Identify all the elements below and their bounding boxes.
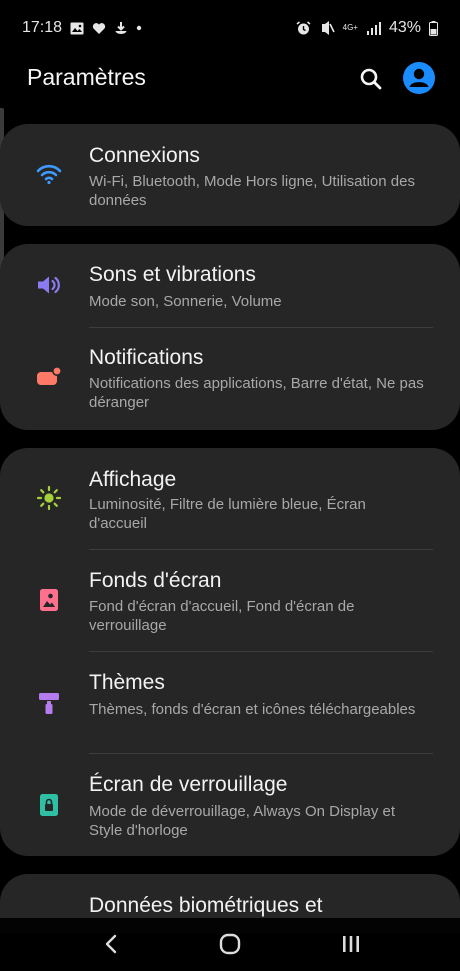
settings-item-subtitle: Mode de déverrouillage, Always On Displa… [89, 803, 395, 839]
notification-icon [36, 364, 62, 390]
status-left: 17:18 [22, 19, 142, 37]
paint-roller-icon [36, 690, 62, 716]
settings-item-sons-vibrations[interactable]: Sons et vibrations Mode son, Sonnerie, V… [0, 244, 460, 327]
settings-item-title: Sons et vibrations [89, 263, 256, 286]
recent-apps-icon[interactable] [331, 928, 371, 960]
back-icon[interactable] [91, 928, 131, 960]
header: Paramètres [0, 56, 460, 104]
settings-item-subtitle: Luminosité, Filtre de lumière bleue, Écr… [89, 496, 366, 532]
settings-item-affichage[interactable]: Affichage Luminosité, Filtre de lumière … [0, 448, 460, 549]
settings-item-subtitle: Wi-Fi, Bluetooth, Mode Hors ligne, Utili… [89, 173, 415, 209]
settings-item-title: Connexions [89, 144, 200, 167]
vibrate-icon [319, 21, 335, 35]
lock-icon [36, 792, 62, 818]
settings-item-title: Écran de verrouillage [89, 773, 288, 796]
settings-item-title: Données biométriques et [89, 894, 323, 917]
brightness-icon [36, 485, 62, 511]
settings-item-title: Fonds d'écran [89, 569, 222, 592]
account-avatar-icon[interactable] [403, 62, 435, 94]
settings-item-title: Thèmes [89, 671, 165, 694]
search-icon[interactable] [358, 66, 384, 92]
settings-item-themes[interactable]: Thèmes Thèmes, fonds d'écran et icônes t… [0, 652, 460, 753]
settings-item-fonds-ecran[interactable]: Fonds d'écran Fond d'écran d'accueil, Fo… [0, 550, 460, 651]
page-title: Paramètres [27, 64, 146, 90]
download-icon [114, 21, 128, 35]
wifi-icon [36, 161, 62, 187]
settings-item-notifications[interactable]: Notifications Notifications des applicat… [0, 328, 460, 430]
signal-icon [366, 21, 381, 35]
speaker-icon [36, 272, 62, 298]
dot-icon [136, 25, 142, 31]
network-label: 4G+ [342, 23, 358, 32]
settings-item-connexions[interactable]: Connexions Wi-Fi, Bluetooth, Mode Hors l… [0, 124, 460, 226]
settings-section-connections: Connexions Wi-Fi, Bluetooth, Mode Hors l… [0, 124, 460, 226]
settings-section-display: Affichage Luminosité, Filtre de lumière … [0, 448, 460, 856]
settings-item-subtitle: Notifications des applications, Barre d'… [89, 375, 424, 411]
navigation-bar [0, 918, 460, 971]
heart-icon [92, 22, 106, 35]
status-bar: 17:18 4G+ 43% [0, 0, 460, 56]
alarm-icon [296, 20, 311, 36]
battery-percent: 43% [388, 19, 421, 36]
settings-item-subtitle: Thèmes, fonds d'écran et icônes téléchar… [89, 701, 416, 718]
settings-section-sound: Sons et vibrations Mode son, Sonnerie, V… [0, 244, 460, 430]
status-right: 4G+ 43% [296, 19, 438, 37]
settings-item-title: Affichage [89, 468, 177, 491]
settings-item-title: Notifications [89, 346, 204, 369]
network-icon: 4G+ [343, 24, 358, 32]
home-icon[interactable] [210, 928, 250, 960]
gallery-icon [70, 22, 84, 35]
status-time: 17:18 [22, 19, 63, 36]
settings-item-subtitle: Fond d'écran d'accueil, Fond d'écran de … [89, 598, 355, 634]
settings-item-subtitle: Mode son, Sonnerie, Volume [89, 293, 282, 310]
battery-icon [429, 20, 438, 36]
settings-item-ecran-verrouillage[interactable]: Écran de verrouillage Mode de déverrouil… [0, 754, 460, 856]
wallpaper-icon [36, 587, 62, 613]
